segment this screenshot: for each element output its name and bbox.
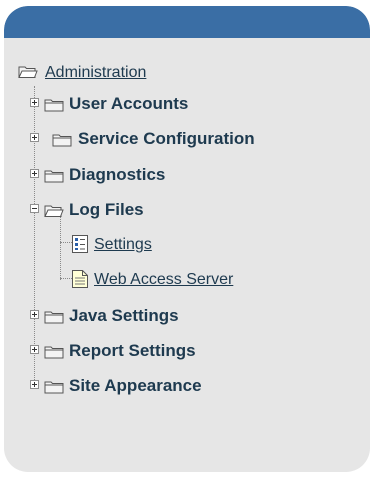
tree-subitem-web-access-server[interactable]: Web Access Server [72,269,332,291]
folder-icon [44,346,64,359]
tree-item-label[interactable]: User Accounts [69,94,188,114]
tree-subitem-settings[interactable]: Settings [72,234,272,256]
settings-doc-icon [72,235,88,253]
tree-item-java-settings[interactable]: Java Settings [30,304,350,328]
expand-icon[interactable] [30,380,39,389]
open-folder-icon [18,66,38,78]
tree-item-report-settings[interactable]: Report Settings [30,339,350,363]
folder-icon [44,170,64,183]
tree-item-diagnostics[interactable]: Diagnostics [30,163,350,187]
expand-icon[interactable] [30,345,39,354]
tree-root-label[interactable]: Administration [45,63,146,83]
tree-item-label[interactable]: Log Files [69,200,144,220]
collapse-icon[interactable] [30,204,39,213]
tree-connector [60,278,72,279]
tree-item-label[interactable]: Service Configuration [78,129,255,149]
tree-item-user-accounts[interactable]: User Accounts [30,92,350,116]
folder-icon [44,381,64,394]
tree-item-log-files[interactable]: Log Files [30,198,350,222]
tree-item-service-configuration[interactable]: Service Configuration [30,127,350,151]
admin-tree: Administration User Accounts Service Con… [4,6,370,472]
tree-item-label[interactable]: Site Appearance [69,376,202,396]
tree-item-label[interactable]: Report Settings [69,341,196,361]
text-doc-icon [72,270,88,288]
expand-icon[interactable] [30,98,39,107]
folder-icon [44,311,64,324]
open-folder-icon [44,205,64,217]
folder-icon [44,99,64,112]
tree-item-label[interactable]: Java Settings [69,306,179,326]
expand-icon[interactable] [30,310,39,319]
tree-item-label[interactable]: Diagnostics [69,165,165,185]
folder-icon [52,134,72,147]
tree-root[interactable]: Administration [18,62,218,84]
expand-icon[interactable] [30,169,39,178]
tree-connector [60,242,72,243]
navigation-panel: Administration User Accounts Service Con… [4,6,370,472]
tree-item-site-appearance[interactable]: Site Appearance [30,374,350,398]
tree-subitem-label[interactable]: Web Access Server [94,270,233,290]
expand-icon[interactable] [30,133,39,142]
tree-connector [60,214,61,280]
tree-subitem-label[interactable]: Settings [94,235,152,255]
